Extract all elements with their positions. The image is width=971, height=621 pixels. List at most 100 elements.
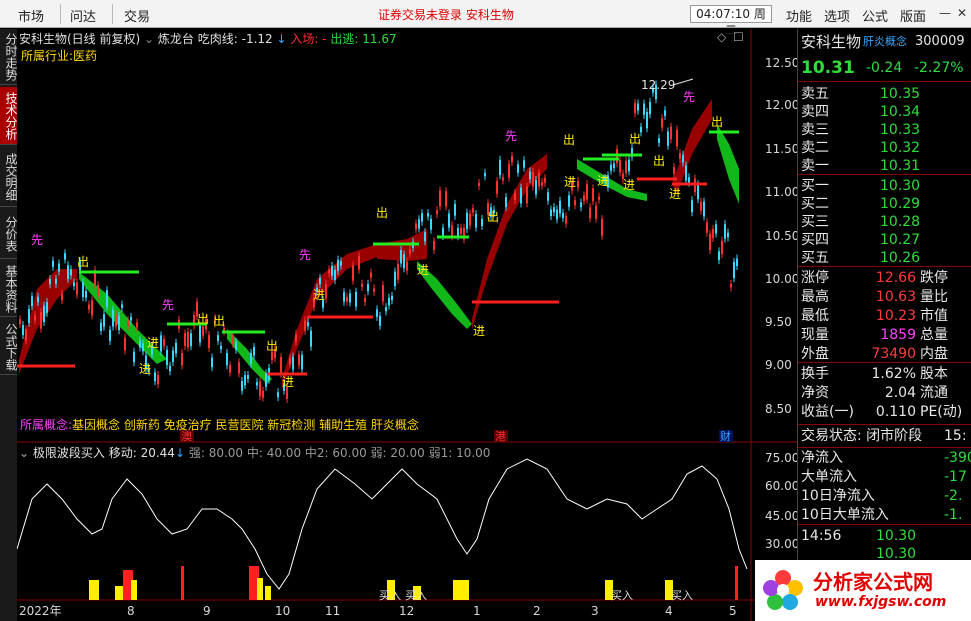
- chevron-down-icon[interactable]: ⌄: [19, 446, 29, 460]
- menu-options[interactable]: 选项: [824, 6, 850, 25]
- candle-body: [220, 345, 222, 350]
- candle-body: [43, 305, 45, 323]
- candle-body: [634, 103, 636, 114]
- candle-body: [202, 326, 204, 336]
- menu-wenda[interactable]: 问达: [70, 6, 96, 25]
- sell-level-label: 卖五: [801, 86, 829, 102]
- candle-body: [55, 278, 57, 284]
- candle-body: [499, 159, 501, 176]
- candle-body: [319, 277, 321, 285]
- minimize-icon[interactable]: —: [937, 5, 953, 21]
- trade-status-row: 交易状态: 闭市阶段 15:: [798, 427, 971, 445]
- indicator-name[interactable]: 炼龙台: [158, 32, 194, 46]
- diamond-icon[interactable]: ◇: [717, 30, 726, 44]
- candle-body: [355, 291, 357, 307]
- stat-value: 10.23: [875, 308, 916, 324]
- sub-params: 强: 80.00 中: 40.00 中2: 60.00 弱: 20.00 弱1:…: [188, 446, 491, 460]
- flow-row: 10日大单流入 -1.: [798, 506, 971, 524]
- candle-body: [160, 335, 162, 352]
- event-marker[interactable]: 财: [720, 429, 731, 443]
- candle-body: [133, 351, 135, 363]
- menu-function[interactable]: 功能: [786, 6, 812, 25]
- left-tab-strip: 分时走势 技术分析 成交明细 分价表 基本资料 公式下载: [0, 29, 18, 621]
- login-notice[interactable]: 证券交易未登录 安科生物: [378, 6, 514, 23]
- candle-body: [415, 223, 417, 230]
- close-icon[interactable]: ✕: [954, 5, 970, 21]
- candle-body: [688, 177, 690, 183]
- flow-row: 大单流入 -17: [798, 468, 971, 486]
- chart-title[interactable]: 安科生物(日线 前复权): [19, 32, 140, 46]
- menu-trade[interactable]: 交易: [124, 6, 150, 25]
- candle-body: [229, 365, 231, 373]
- move-label: 移动: 20.44: [108, 446, 175, 460]
- stock-concept[interactable]: 肝炎概念: [863, 33, 907, 51]
- buy-level-price: 10.26: [880, 250, 921, 266]
- candle-body: [460, 227, 462, 234]
- tab-profile[interactable]: 基本资料: [0, 261, 18, 317]
- candle-body: [358, 256, 360, 270]
- sub-y-tick: 75.00: [765, 451, 797, 465]
- chart-area[interactable]: 12.50 12.00 11.50 11.00 10.50 10.00 9.50…: [17, 29, 797, 621]
- menu-layout[interactable]: 版面: [900, 6, 926, 25]
- candle-body: [256, 382, 258, 386]
- candle-body: [382, 285, 384, 302]
- candle-body: [370, 272, 372, 278]
- concept-values[interactable]: 基因概念 创新药 免疫治疗 民营医院 新冠检测 辅助生殖 肝炎概念: [72, 418, 419, 432]
- stock-name[interactable]: 安科生物: [801, 33, 861, 51]
- x-tick: 12: [399, 604, 414, 618]
- chevron-down-icon[interactable]: ⌄: [144, 32, 154, 46]
- menu-market[interactable]: 市场: [18, 6, 44, 25]
- candle-body: [682, 154, 684, 163]
- exit-marker: 出: [197, 312, 209, 326]
- candle-body: [289, 357, 291, 365]
- flow-value: -1.: [944, 507, 963, 523]
- entry-marker: 进: [282, 375, 294, 389]
- candle-body: [64, 253, 66, 260]
- arrow-down-icon: ↓: [174, 446, 186, 460]
- signal-bar: [735, 566, 738, 600]
- candle-body: [472, 208, 474, 213]
- candle-body: [136, 322, 138, 328]
- candle-body: [235, 341, 237, 350]
- candle-body: [172, 350, 174, 362]
- sub-title[interactable]: 极限波段买入: [33, 446, 105, 460]
- candle-body: [175, 342, 177, 354]
- candle-body: [340, 261, 342, 266]
- candle-body: [49, 279, 51, 285]
- industry-value[interactable]: 医药: [73, 49, 97, 63]
- sell-level-price: 10.34: [880, 104, 921, 120]
- candle-body: [280, 357, 282, 374]
- candle-body: [409, 249, 411, 254]
- candle-body: [664, 110, 666, 116]
- tab-technical[interactable]: 技术分析: [0, 87, 18, 145]
- candle-body: [226, 352, 228, 366]
- candle-body: [691, 200, 693, 213]
- menu-formula[interactable]: 公式: [862, 6, 888, 25]
- tab-trades[interactable]: 成交明细: [0, 147, 18, 207]
- candle-body: [583, 195, 585, 202]
- buy-level: 买二 10.29: [798, 195, 971, 213]
- candle-body: [442, 227, 444, 237]
- exit-marker: 出: [563, 133, 575, 147]
- stat-row: 收益(一) 0.110 PE(动): [798, 403, 971, 421]
- tab-price-table[interactable]: 分价表: [0, 209, 18, 259]
- flow-label: 大单流入: [801, 469, 857, 485]
- y-tick: 11.00: [765, 185, 797, 199]
- tab-intraday[interactable]: 分时走势: [0, 29, 18, 85]
- first-marker: 先: [31, 233, 43, 247]
- candle-body: [727, 232, 729, 238]
- industry-line: 所属行业:医药: [21, 47, 97, 64]
- candle-body: [457, 227, 459, 237]
- stat-label: 市值: [920, 308, 948, 324]
- candle-body: [601, 219, 603, 236]
- close-icon[interactable]: ☐: [733, 30, 744, 44]
- stat-row: 外盘 73490 内盘: [798, 345, 971, 363]
- candle-body: [397, 263, 399, 280]
- stat-label: 换手: [801, 366, 829, 382]
- sell-level-price: 10.32: [880, 140, 921, 156]
- first-marker: 先: [683, 90, 695, 104]
- candle-body: [292, 356, 294, 370]
- candle-body: [475, 214, 477, 228]
- event-marker[interactable]: 港: [495, 430, 506, 443]
- tab-formula-download[interactable]: 公式下载: [0, 319, 18, 375]
